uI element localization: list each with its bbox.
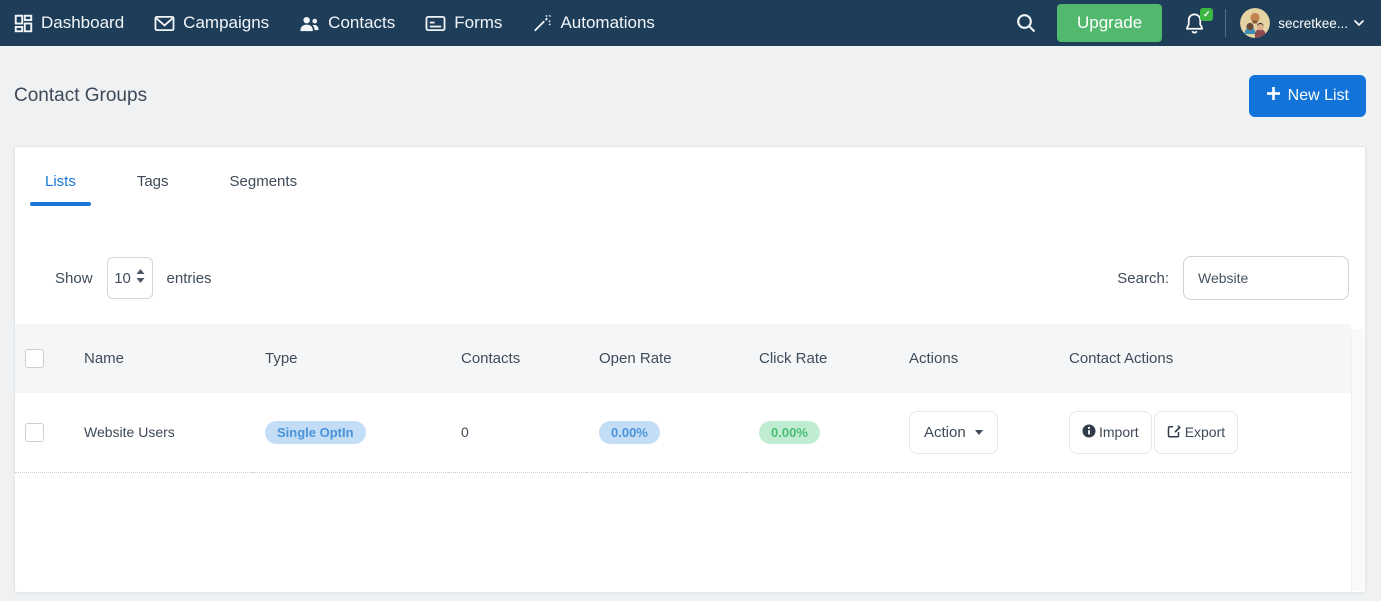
dashboard-grid-icon xyxy=(14,14,33,33)
entries-per-page-select[interactable]: 10 xyxy=(107,257,153,299)
nav-item-automations[interactable]: Automations xyxy=(532,13,655,33)
list-name-cell: Website Users xyxy=(71,393,252,472)
form-card-icon xyxy=(425,14,446,33)
new-list-label: New List xyxy=(1288,87,1349,105)
column-header-actions: Actions xyxy=(896,324,1056,393)
nav-item-label: Contacts xyxy=(328,13,395,33)
list-type-badge: Single OptIn xyxy=(265,421,366,444)
navbar-right: Upgrade ✓ secretkee... xyxy=(1015,4,1365,42)
page-title: Contact Groups xyxy=(14,85,147,107)
navbar-divider xyxy=(1225,9,1226,37)
notifications-button[interactable]: ✓ xyxy=(1183,11,1206,35)
table-controls: Show 10 entries Search: xyxy=(15,256,1365,300)
action-dropdown-button[interactable]: Action xyxy=(909,411,998,454)
column-header-name: Name xyxy=(71,324,252,393)
search-label: Search: xyxy=(1117,270,1169,287)
export-label: Export xyxy=(1185,424,1225,440)
entries-label: entries xyxy=(167,270,212,287)
chevron-down-icon[interactable] xyxy=(1353,19,1365,27)
contacts-count-cell: 0 xyxy=(448,393,586,472)
edit-export-icon xyxy=(1167,424,1182,441)
column-header-type: Type xyxy=(252,324,448,393)
magic-wand-icon xyxy=(532,14,552,33)
select-spinner-icon xyxy=(136,269,145,287)
import-icon xyxy=(1082,424,1096,441)
nav-item-label: Automations xyxy=(560,13,655,33)
envelope-icon xyxy=(154,14,175,33)
search-control: Search: xyxy=(1117,256,1349,300)
nav-item-campaigns[interactable]: Campaigns xyxy=(154,13,269,33)
import-label: Import xyxy=(1099,424,1139,440)
import-button[interactable]: Import xyxy=(1069,411,1152,454)
new-list-button[interactable]: New List xyxy=(1249,75,1366,117)
table-row: Website Users Single OptIn 0 0.00% 0.00%… xyxy=(15,393,1351,472)
entries-per-page-value: 10 xyxy=(114,270,131,287)
open-rate-badge: 0.00% xyxy=(599,421,660,444)
notification-badge: ✓ xyxy=(1200,8,1213,21)
nav-item-contacts[interactable]: Contacts xyxy=(299,13,395,33)
caret-down-icon xyxy=(975,430,983,435)
nav-item-label: Campaigns xyxy=(183,13,269,33)
click-rate-badge: 0.00% xyxy=(759,421,820,444)
search-icon[interactable] xyxy=(1015,12,1037,34)
entries-control: Show 10 entries xyxy=(55,257,212,299)
table-header-row: Name Type Contacts Open Rate Click Rate … xyxy=(15,324,1351,393)
nav-item-dashboard[interactable]: Dashboard xyxy=(14,13,124,33)
page-header: Contact Groups New List xyxy=(0,46,1381,146)
select-all-checkbox[interactable] xyxy=(25,349,44,368)
nav-item-label: Forms xyxy=(454,13,502,33)
tab-tags[interactable]: Tags xyxy=(122,161,184,206)
tab-segments[interactable]: Segments xyxy=(215,161,313,206)
nav-item-label: Dashboard xyxy=(41,13,124,33)
tabs-bar: Lists Tags Segments xyxy=(15,147,1365,206)
plus-icon xyxy=(1266,86,1281,106)
column-header-click-rate: Click Rate xyxy=(746,324,896,393)
search-input[interactable] xyxy=(1183,256,1349,300)
nav-item-forms[interactable]: Forms xyxy=(425,13,502,33)
contact-groups-table: Name Type Contacts Open Rate Click Rate … xyxy=(15,324,1351,473)
username-label[interactable]: secretkee... xyxy=(1278,16,1348,31)
show-label: Show xyxy=(55,270,93,287)
column-header-contact-actions: Contact Actions xyxy=(1056,324,1351,393)
export-button[interactable]: Export xyxy=(1154,411,1238,454)
column-header-contacts: Contacts xyxy=(448,324,586,393)
upgrade-button[interactable]: Upgrade xyxy=(1057,4,1162,42)
action-label: Action xyxy=(924,424,966,441)
contact-groups-card: Lists Tags Segments Show 10 entries Sear… xyxy=(14,146,1366,593)
people-icon xyxy=(299,14,320,33)
row-checkbox[interactable] xyxy=(25,423,44,442)
column-header-open-rate: Open Rate xyxy=(586,324,746,393)
top-navbar: Dashboard Campaigns Contacts Forms xyxy=(0,0,1381,46)
user-avatar[interactable] xyxy=(1240,8,1270,38)
table-scrollbar[interactable] xyxy=(1351,329,1364,591)
tab-lists[interactable]: Lists xyxy=(30,161,91,206)
